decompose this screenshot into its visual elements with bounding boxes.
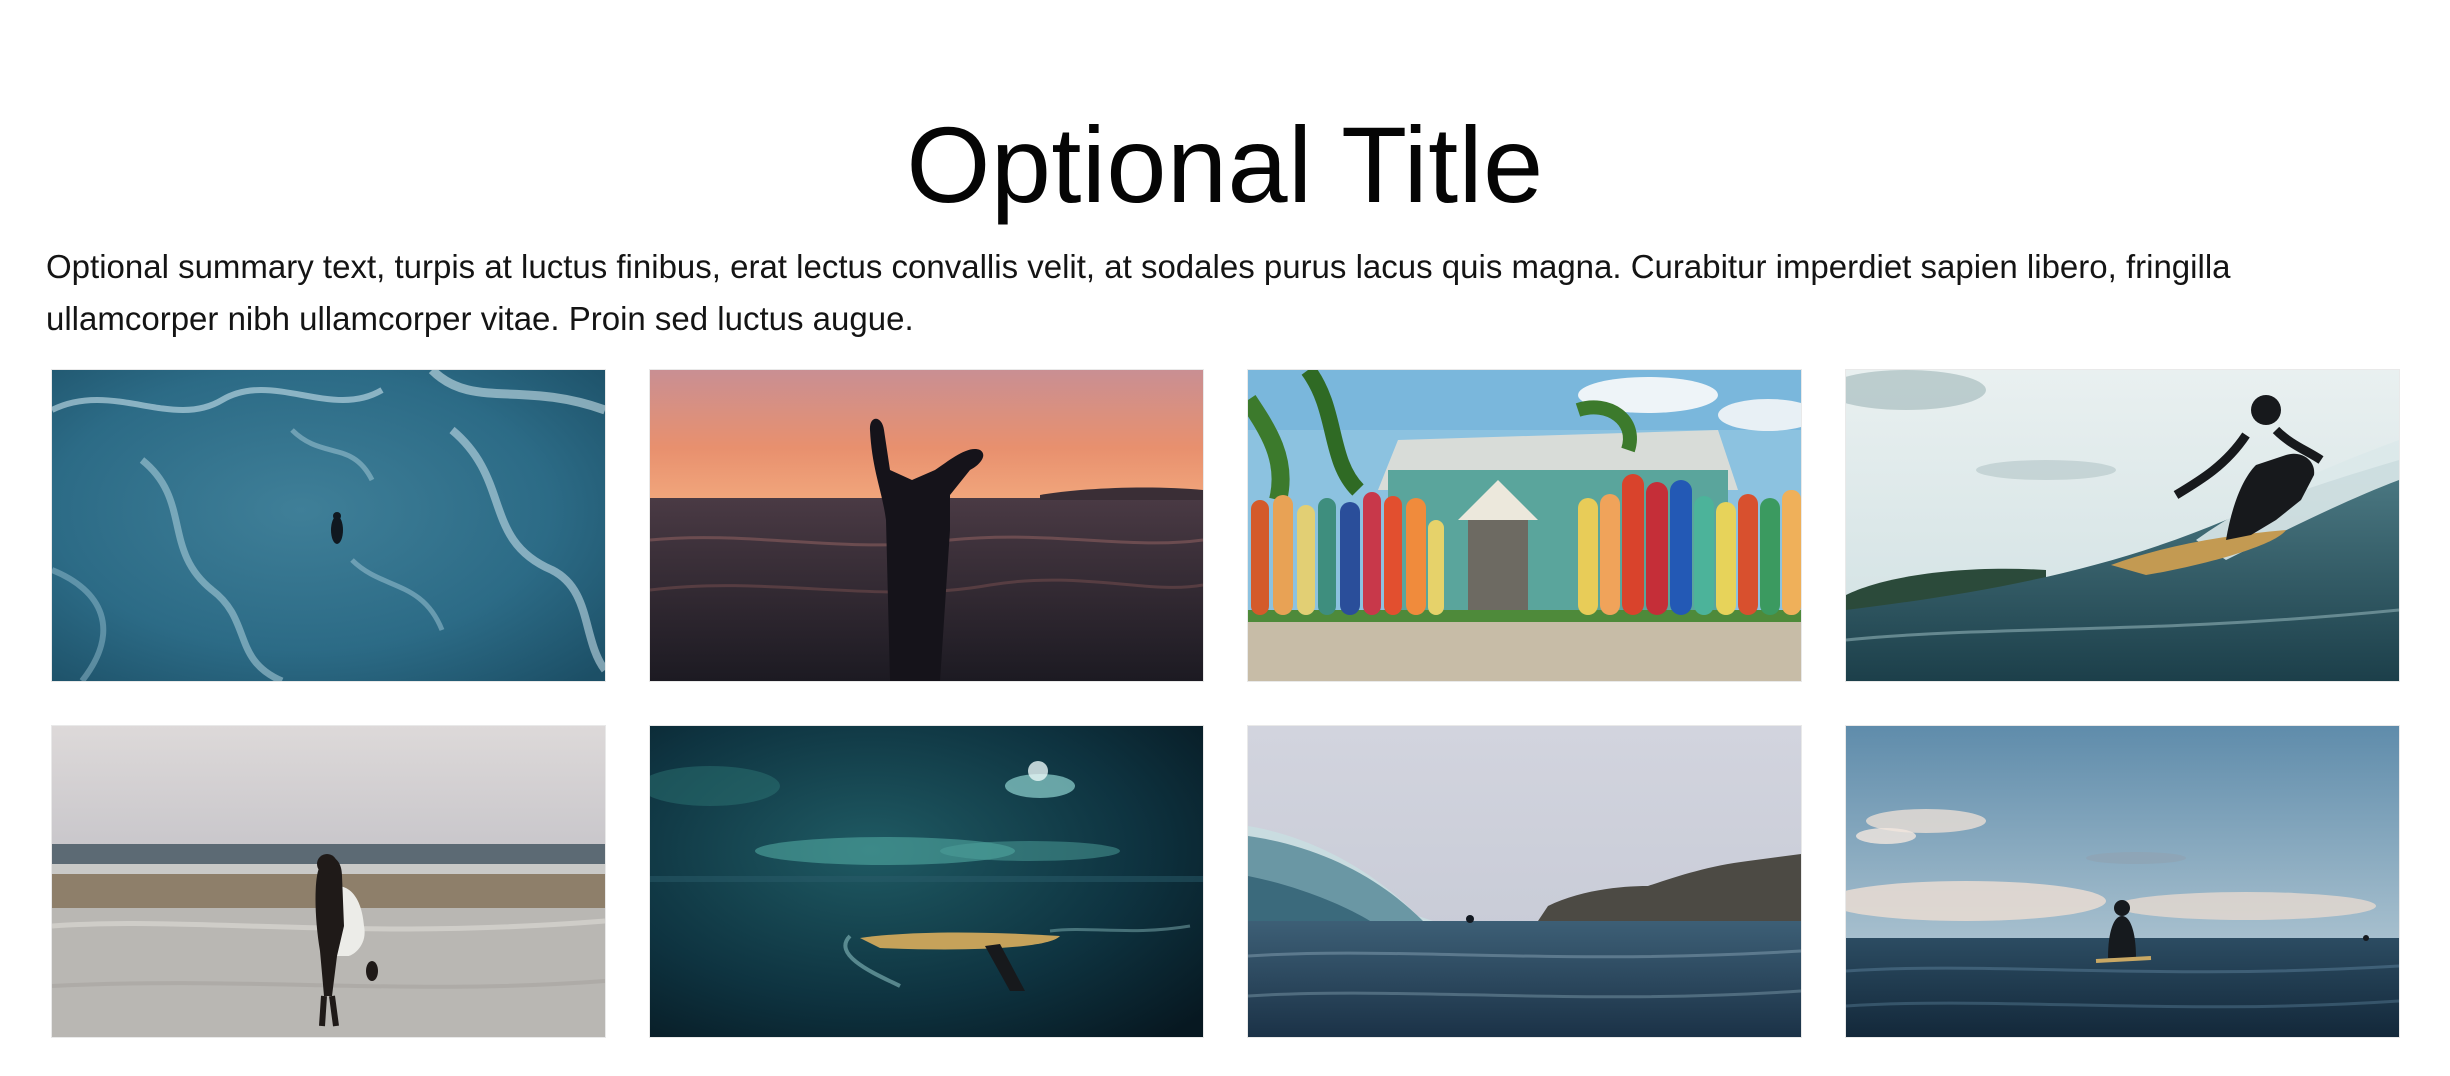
summary-text: Optional summary text, turpis at luctus …: [46, 248, 2231, 337]
gallery-image-sunset-shaka[interactable]: [650, 370, 1203, 681]
gallery-image-surfboard-fence[interactable]: [1248, 370, 1801, 681]
beach-walk-photo: [52, 726, 605, 1037]
surfboard-fence-photo: [1248, 370, 1801, 681]
surfer-wave-photo: [1846, 370, 2399, 681]
sunset-hand-photo: [650, 370, 1203, 681]
underwater-photo: [650, 726, 1203, 1037]
aerial-ocean-photo: [52, 370, 605, 681]
gallery-image-wave-cliffs[interactable]: [1248, 726, 1801, 1037]
gallery-image-surfer-wave[interactable]: [1846, 370, 2399, 681]
gallery-image-beach-walk[interactable]: [52, 726, 605, 1037]
gallery-image-underwater[interactable]: [650, 726, 1203, 1037]
gallery-image-surfer-waiting[interactable]: [1846, 726, 2399, 1037]
surfer-waiting-photo: [1846, 726, 2399, 1037]
gallery-image-aerial-surfer[interactable]: [52, 370, 605, 681]
wave-cliffs-photo: [1248, 726, 1801, 1037]
image-gallery: [52, 370, 2399, 1037]
page-title: Optional Title: [906, 104, 1544, 226]
